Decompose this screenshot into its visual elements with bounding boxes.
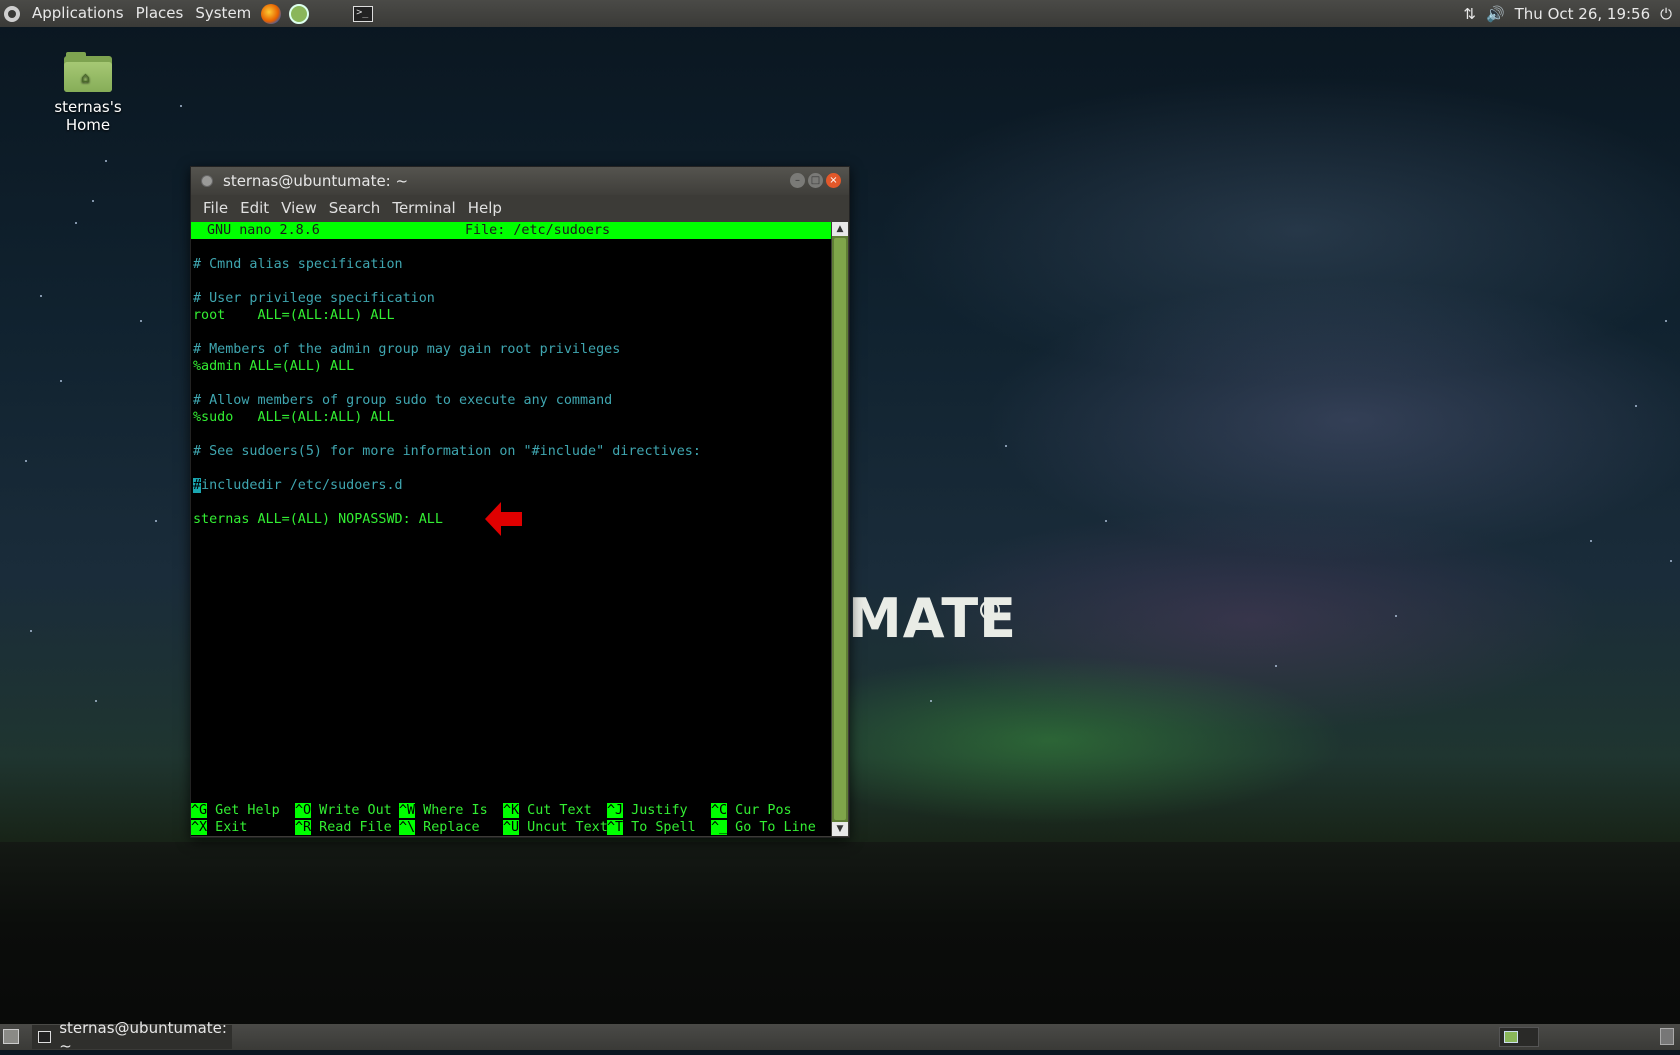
- window-titlebar[interactable]: sternas@ubuntumate: ~ – □ ×: [191, 167, 849, 195]
- trash-icon[interactable]: [1660, 1028, 1674, 1045]
- shortcut-cur-pos[interactable]: ^C Cur Pos: [711, 802, 792, 819]
- shortcut-row-1: ^G Get Help ^O Write Out ^W Where Is ^K …: [191, 802, 831, 819]
- star: [1395, 615, 1397, 617]
- admin-comment: # Members of the admin group may gain ro…: [193, 342, 621, 357]
- admin-rule: %admin ALL=(ALL) ALL: [193, 359, 355, 374]
- menu-help[interactable]: Help: [462, 199, 508, 217]
- mate-menu-icon[interactable]: [4, 5, 20, 22]
- menu-search[interactable]: Search: [323, 199, 387, 217]
- folder-home-icon: ⌂: [64, 52, 112, 92]
- star: [930, 700, 932, 702]
- terminal-launcher-icon[interactable]: >_: [353, 5, 374, 22]
- star: [1590, 540, 1592, 542]
- show-desktop-icon[interactable]: [3, 1029, 19, 1044]
- shortcut-read-file[interactable]: ^R Read File: [295, 819, 392, 836]
- sternas-rule: sternas ALL=(ALL) NOPASSWD: ALL: [193, 512, 443, 527]
- user-priv-comment: # User privilege specification: [193, 291, 435, 306]
- scroll-up-icon[interactable]: ▲: [832, 222, 848, 236]
- volume-icon[interactable]: 🔊: [1486, 5, 1505, 23]
- shortcut-row-2: ^X Exit ^R Read File ^\ Replace ^U Uncut…: [191, 819, 831, 836]
- star: [92, 200, 94, 202]
- star: [1005, 445, 1007, 447]
- root-rule: root ALL=(ALL:ALL) ALL: [193, 308, 395, 323]
- star: [155, 520, 157, 522]
- shortcut-go-to-line[interactable]: ^_ Go To Line: [711, 819, 816, 836]
- shortcut-exit[interactable]: ^X Exit: [191, 819, 247, 836]
- sudo-rule: %sudo ALL=(ALL:ALL) ALL: [193, 410, 395, 425]
- star: [30, 630, 32, 632]
- cmnd-alias-comment: # Cmnd alias specification: [193, 257, 403, 272]
- star: [95, 700, 97, 702]
- star: [25, 460, 27, 462]
- close-button[interactable]: ×: [826, 173, 841, 188]
- home-folder-label: sternas's Home: [54, 98, 122, 134]
- scrollbar-thumb[interactable]: [834, 238, 846, 820]
- window-title: sternas@ubuntumate: ~: [223, 172, 409, 190]
- shortcut-write-out[interactable]: ^O Write Out: [295, 802, 392, 819]
- shortcut-justify[interactable]: ^J Justify: [607, 802, 688, 819]
- text-cursor: #: [193, 478, 202, 493]
- shortcut-uncut-text[interactable]: ^U Uncut Text: [503, 819, 608, 836]
- system-menu[interactable]: System: [189, 0, 257, 27]
- terminal-task-icon: [38, 1031, 52, 1043]
- shortcut-get-help[interactable]: ^G Get Help: [191, 802, 280, 819]
- star: [40, 295, 42, 297]
- bottom-panel: sternas@ubuntumate: ~: [0, 1019, 1680, 1055]
- star: [1665, 320, 1667, 322]
- shortcut-cut-text[interactable]: ^K Cut Text: [503, 802, 592, 819]
- shortcut-replace[interactable]: ^\ Replace: [399, 819, 480, 836]
- shortcut-where-is[interactable]: ^W Where Is: [399, 802, 488, 819]
- menu-terminal[interactable]: Terminal: [386, 199, 461, 217]
- menu-view[interactable]: View: [275, 199, 323, 217]
- firefox-launcher-icon[interactable]: [261, 3, 282, 24]
- mate-registered-icon: [980, 600, 1000, 620]
- maximize-button[interactable]: □: [808, 173, 823, 188]
- star: [60, 380, 62, 382]
- minimize-button[interactable]: –: [790, 173, 805, 188]
- shortcut-to-spell[interactable]: ^T To Spell: [607, 819, 696, 836]
- window-menu-icon[interactable]: [201, 175, 213, 187]
- red-arrow-annotation-icon: [485, 502, 522, 536]
- applications-menu[interactable]: Applications: [26, 0, 130, 27]
- mate-welcome-launcher-icon[interactable]: [289, 3, 310, 24]
- clock[interactable]: Thu Oct 26, 19:56: [1515, 5, 1651, 23]
- nano-shortcuts: ^G Get Help ^O Write Out ^W Where Is ^K …: [191, 802, 831, 836]
- nano-version: GNU nano 2.8.6: [207, 223, 320, 238]
- network-icon[interactable]: ⇅: [1463, 5, 1476, 23]
- menu-edit[interactable]: Edit: [234, 199, 275, 217]
- sudo-comment: # Allow members of group sudo to execute…: [193, 393, 613, 408]
- star: [1670, 560, 1672, 562]
- star: [1105, 520, 1107, 522]
- menu-file[interactable]: File: [197, 199, 234, 217]
- top-panel: Applications Places System >_ ⇅ 🔊 Thu Oc…: [0, 0, 1680, 27]
- star: [180, 105, 182, 107]
- nano-filename: File: /etc/sudoers: [465, 223, 611, 238]
- terminal-menubar: File Edit View Search Terminal Help: [191, 195, 849, 221]
- taskbar-terminal-button[interactable]: sternas@ubuntumate: ~: [32, 1019, 232, 1055]
- star: [1635, 405, 1637, 407]
- terminal-scrollbar[interactable]: ▲ ▼: [832, 222, 848, 836]
- star: [75, 222, 77, 224]
- star: [105, 160, 107, 162]
- places-menu[interactable]: Places: [130, 0, 190, 27]
- star: [140, 320, 142, 322]
- wallpaper-horizon: [0, 842, 1680, 1050]
- home-folder-desktop-icon[interactable]: ⌂ sternas's Home: [30, 52, 146, 134]
- nano-header-bar: GNU nano 2.8.6 File: /etc/sudoers: [191, 222, 831, 239]
- power-icon[interactable]: ⏻: [1660, 5, 1672, 23]
- workspace-1[interactable]: [1504, 1031, 1518, 1043]
- includedir-text: includedir /etc/sudoers.d: [201, 478, 403, 493]
- scroll-down-icon[interactable]: ▼: [832, 822, 848, 836]
- include-comment: # See sudoers(5) for more information on…: [193, 444, 701, 459]
- star: [1275, 665, 1277, 667]
- workspace-switcher[interactable]: [1499, 1027, 1539, 1047]
- includedir-line: #includedir /etc/sudoers.d: [193, 477, 403, 494]
